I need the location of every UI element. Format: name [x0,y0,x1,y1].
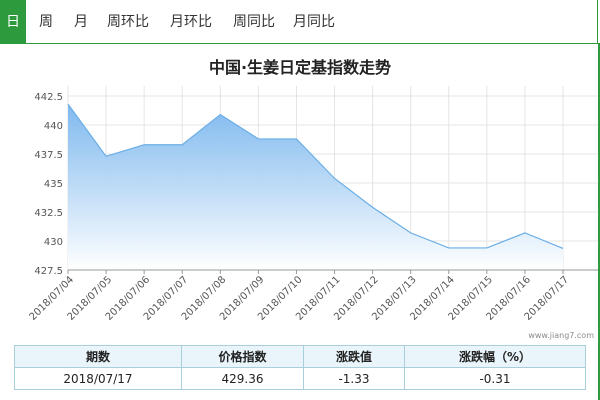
cell-change-value: -1.33 [303,367,405,390]
cell-price-index: 429.36 [181,367,304,390]
summary-table: 期数 价格指数 涨跌值 涨跌幅（%） 2018/07/17 429.36 -1.… [14,345,586,390]
site-watermark: www.jiang7.com [528,331,594,340]
table-header-row: 期数 价格指数 涨跌值 涨跌幅（%） [14,345,586,368]
col-header-price-index: 价格指数 [181,345,304,368]
col-header-period: 期数 [14,345,182,368]
cell-period: 2018/07/17 [14,367,182,390]
y-tick-label: 442.5 [34,92,63,103]
col-header-change-value: 涨跌值 [303,345,405,368]
ginger-index-chart: 442.5440437.5435432.5430427.52018/07/042… [28,86,598,323]
y-tick-label: 440 [44,121,63,132]
y-tick-label: 430 [44,237,63,248]
y-tick-label: 435 [44,179,63,190]
col-header-change-pct: 涨跌幅（%） [404,345,586,368]
table-row: 2018/07/17 429.36 -1.33 -0.31 [14,367,586,390]
y-tick-label: 432.5 [34,208,63,219]
y-tick-label: 427.5 [34,266,63,277]
y-tick-label: 437.5 [34,150,63,161]
cell-change-pct: -0.31 [404,367,586,390]
series-area-fill [68,104,563,271]
